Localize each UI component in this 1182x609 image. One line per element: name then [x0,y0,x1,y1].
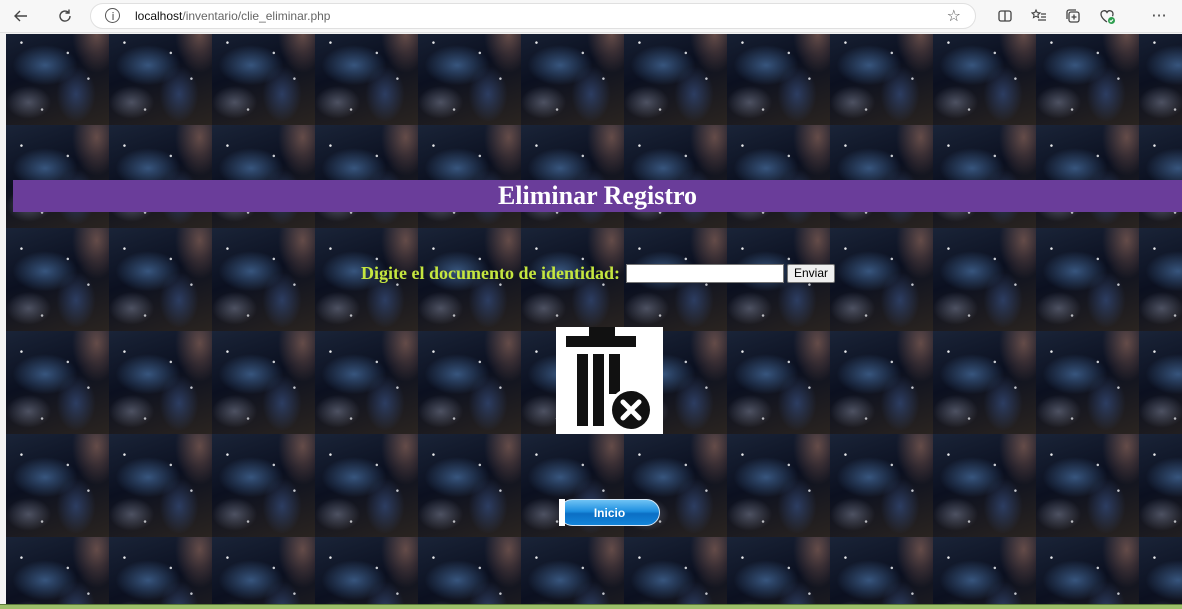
document-input[interactable] [626,263,784,283]
collections-icon[interactable] [1060,4,1086,28]
window-bottom-edge [0,604,1182,609]
address-bar[interactable]: i localhost/inventario/clie_eliminar.php… [90,3,976,29]
more-icon[interactable]: ··· [1146,4,1172,28]
favorites-icon[interactable] [1026,4,1052,28]
url-text: localhost/inventario/clie_eliminar.php [135,9,331,23]
info-icon[interactable]: i [105,8,121,24]
back-arrow-icon[interactable] [8,4,34,28]
page-viewport: Eliminar Registro Digite el documento de… [6,34,1182,604]
home-button[interactable]: Inicio [559,499,660,526]
split-screen-icon[interactable] [992,4,1018,28]
submit-button[interactable]: Enviar [787,263,836,283]
refresh-icon[interactable] [52,4,78,28]
delete-trash-icon [556,327,663,434]
home-button-label: Inicio [593,505,626,520]
favorite-star-icon[interactable]: ☆ [947,6,961,25]
browser-toolbar: i localhost/inventario/clie_eliminar.php… [0,0,1182,33]
delete-form: Digite el documento de identidad: Enviar [361,262,836,284]
browser-essentials-icon[interactable] [1094,4,1120,28]
page-title: Eliminar Registro [497,181,698,210]
document-label: Digite el documento de identidad: [361,262,620,283]
page-banner: Eliminar Registro [13,180,1182,212]
